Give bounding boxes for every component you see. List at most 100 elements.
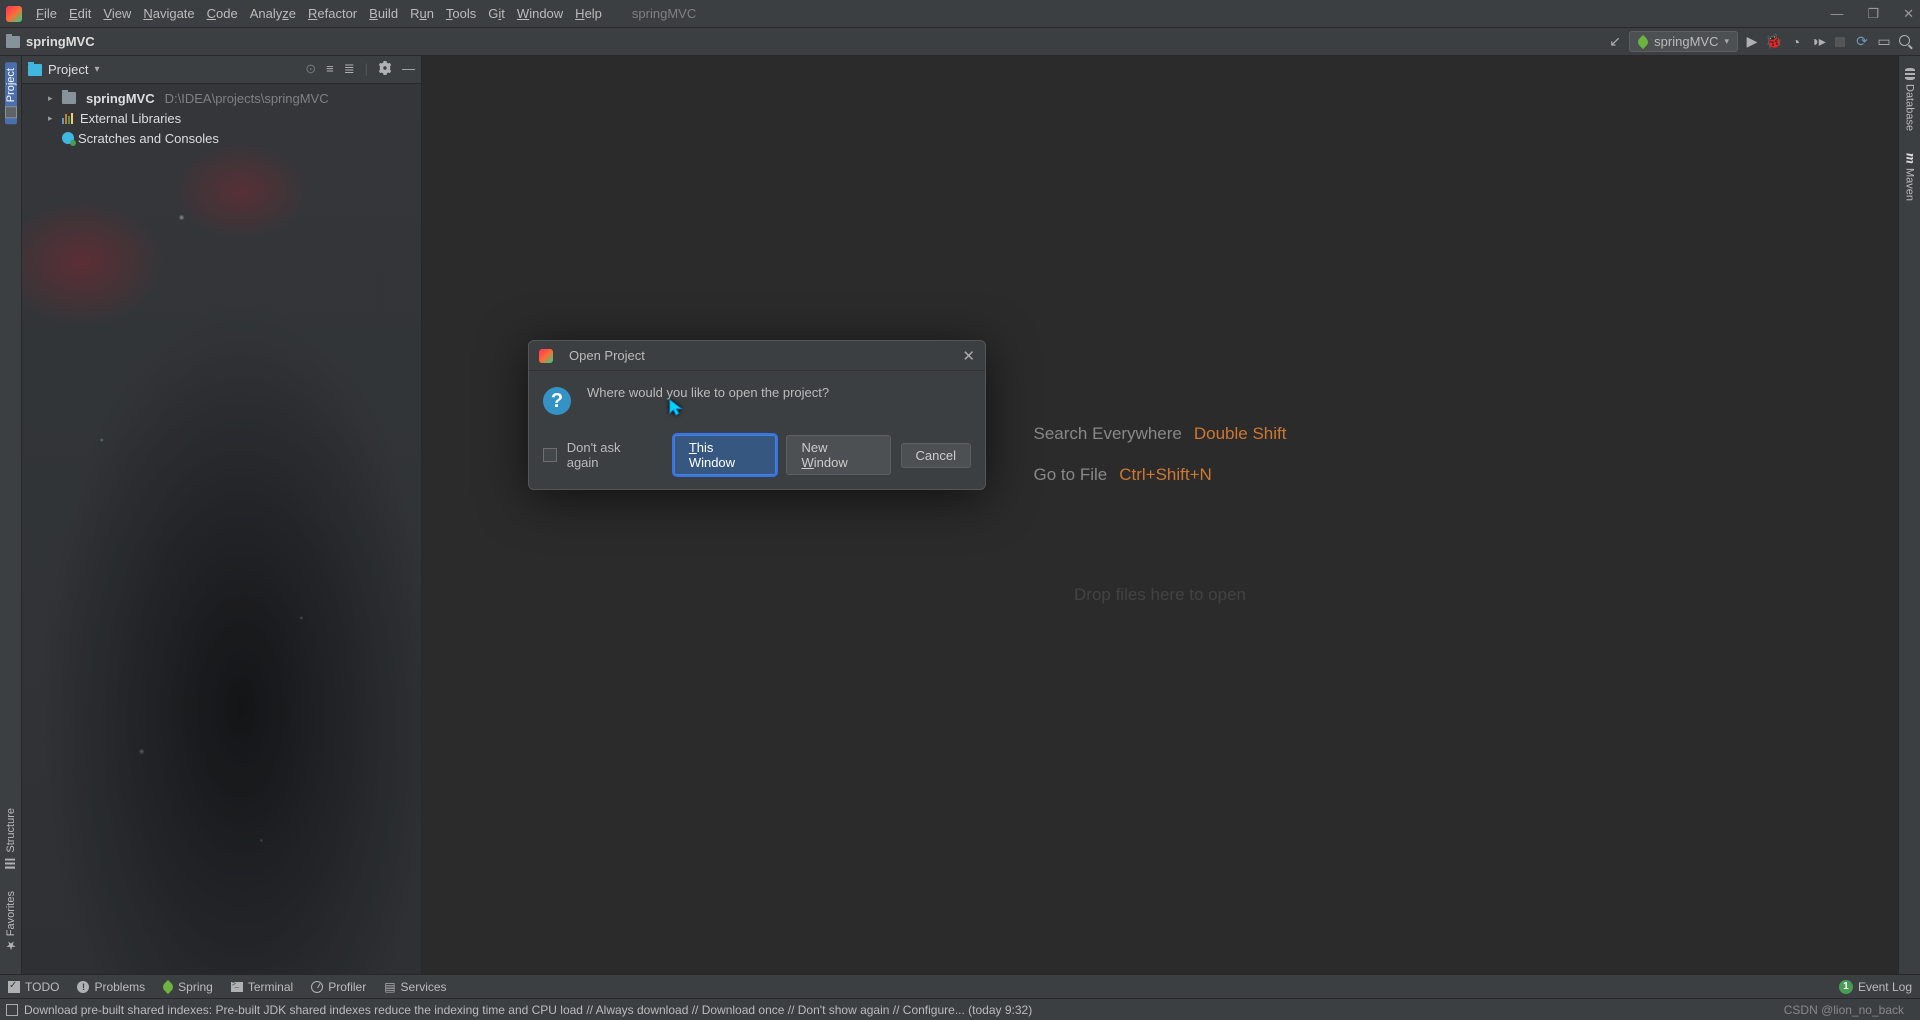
- spring-icon: [161, 979, 175, 993]
- notification-badge: 1: [1839, 980, 1853, 994]
- star-icon: ★: [5, 940, 17, 952]
- chevron-down-icon[interactable]: ▾: [94, 64, 99, 75]
- dont-ask-again-label[interactable]: Don't ask again: [567, 440, 654, 470]
- tree-root-path: D:\IDEA\projects\springMVC: [165, 91, 329, 106]
- folder-icon: [6, 36, 20, 48]
- menu-view[interactable]: View: [97, 3, 137, 24]
- menu-git[interactable]: Git: [482, 3, 511, 24]
- terminal-icon: [231, 982, 243, 992]
- module-folder-icon: [62, 92, 76, 104]
- chevron-right-icon[interactable]: ▸: [48, 113, 58, 124]
- menu-window[interactable]: Window: [511, 3, 569, 24]
- project-tool-icon: [5, 106, 17, 118]
- status-bar: Download pre-built shared indexes: Pre-b…: [0, 998, 1920, 1020]
- profile-run-icon[interactable]: ◑▸: [1810, 34, 1826, 50]
- tab-favorites[interactable]: ★ Favorites: [5, 885, 17, 958]
- stop-icon[interactable]: [1832, 34, 1848, 50]
- intellij-icon: [539, 349, 553, 363]
- tree-node-root[interactable]: ▸ springMVC D:\IDEA\projects\springMVC: [22, 88, 421, 108]
- maven-icon: m: [1902, 153, 1918, 164]
- tool-windows-icon[interactable]: [6, 1004, 18, 1016]
- this-window-button[interactable]: This Window: [674, 435, 777, 475]
- menu-help[interactable]: Help: [569, 3, 608, 24]
- tab-todo[interactable]: TODO: [8, 980, 59, 994]
- tab-problems[interactable]: !Problems: [77, 980, 145, 994]
- menu-run[interactable]: Run: [404, 3, 440, 24]
- hint-shortcut: Ctrl+Shift+N: [1119, 455, 1212, 496]
- menu-navigate[interactable]: Navigate: [137, 3, 200, 24]
- tab-maven[interactable]: m Maven: [1902, 147, 1918, 207]
- project-view-icon: [28, 64, 42, 76]
- tab-spring[interactable]: Spring: [163, 980, 213, 994]
- editor-empty-state: Search Everywhere Double Shift Go to Fil…: [422, 56, 1898, 974]
- build-icon[interactable]: ↙: [1607, 34, 1623, 50]
- dialog-titlebar: Open Project ✕: [529, 341, 985, 371]
- breadcrumb-root[interactable]: springMVC: [26, 34, 95, 49]
- cancel-button[interactable]: Cancel: [901, 443, 971, 468]
- scratches-icon: [62, 132, 74, 144]
- menu-code[interactable]: Code: [201, 3, 244, 24]
- services-icon: ▤: [384, 980, 395, 994]
- run-icon[interactable]: ▶: [1744, 34, 1760, 50]
- tree-external-label: External Libraries: [80, 111, 181, 126]
- menubar: File Edit View Navigate Code Analyze Ref…: [0, 0, 1920, 28]
- tab-services[interactable]: ▤Services: [384, 980, 446, 994]
- cursor-icon: [668, 398, 686, 416]
- status-message[interactable]: Download pre-built shared indexes: Pre-b…: [24, 1003, 1032, 1017]
- tab-profiler[interactable]: Profiler: [311, 980, 366, 994]
- minimize-icon[interactable]: —: [1830, 6, 1843, 22]
- structure-tool-icon: [5, 857, 17, 869]
- tab-structure[interactable]: Structure: [5, 802, 17, 875]
- layout-icon[interactable]: ▭: [1876, 34, 1892, 50]
- tree-scratches-label: Scratches and Consoles: [78, 131, 219, 146]
- chevron-right-icon[interactable]: ▸: [48, 93, 58, 104]
- bottom-tool-stripe: TODO !Problems Spring Terminal Profiler …: [0, 974, 1920, 998]
- menu-file[interactable]: File: [30, 3, 63, 24]
- hide-icon[interactable]: —: [402, 61, 415, 78]
- tab-database[interactable]: Database: [1904, 62, 1916, 137]
- profiler-icon: [311, 981, 323, 993]
- drop-files-hint: Drop files here to open: [1074, 575, 1246, 616]
- tree-node-scratches[interactable]: ▸ Scratches and Consoles: [22, 128, 421, 148]
- open-project-dialog: Open Project ✕ ? Where would you like to…: [528, 340, 986, 490]
- menu-edit[interactable]: Edit: [63, 3, 97, 24]
- window-controls: — ❐ ✕: [1830, 6, 1914, 22]
- menu-build[interactable]: Build: [363, 3, 404, 24]
- menu-tools[interactable]: Tools: [440, 3, 482, 24]
- tab-terminal[interactable]: Terminal: [231, 980, 293, 994]
- tree-node-external-libraries[interactable]: ▸ External Libraries: [22, 108, 421, 128]
- collapse-all-icon[interactable]: ≣: [344, 61, 355, 78]
- gear-icon[interactable]: [378, 61, 392, 78]
- dont-ask-again-checkbox[interactable]: [543, 448, 557, 462]
- problems-icon: !: [77, 981, 89, 993]
- locate-icon[interactable]: ⊙: [305, 61, 316, 78]
- database-icon: [1905, 68, 1915, 80]
- run-configuration-selector[interactable]: springMVC ▾: [1629, 31, 1738, 52]
- editor-hints: Search Everywhere Double Shift Go to Fil…: [1034, 414, 1287, 616]
- tab-project[interactable]: Project: [5, 62, 17, 124]
- git-update-icon[interactable]: ⟳: [1854, 34, 1870, 50]
- debug-icon[interactable]: 🐞: [1766, 34, 1782, 50]
- intellij-icon: [6, 6, 22, 22]
- expand-all-icon[interactable]: ≡: [326, 61, 334, 78]
- dialog-title: Open Project: [569, 348, 645, 363]
- new-window-button[interactable]: New Window: [786, 435, 890, 475]
- close-window-icon[interactable]: ✕: [1903, 6, 1914, 22]
- project-tree[interactable]: ▸ springMVC D:\IDEA\projects\springMVC ▸…: [22, 84, 421, 974]
- menu-refactor[interactable]: Refactor: [302, 3, 363, 24]
- spring-boot-icon: [1636, 34, 1650, 48]
- sidebar-toolbar: ⊙ ≡ ≣ | —: [305, 61, 415, 78]
- navigation-bar: springMVC ↙ springMVC ▾ ▶ 🐞 ◔ ◑▸ ⟳ ▭: [0, 28, 1920, 56]
- search-icon[interactable]: [1898, 34, 1914, 50]
- coverage-icon[interactable]: ◔: [1788, 34, 1804, 50]
- libraries-icon: [62, 112, 76, 124]
- background-illustration: [22, 84, 421, 974]
- hint-label: Search Everywhere: [1034, 414, 1182, 455]
- menu-analyze[interactable]: Analyze: [244, 3, 302, 24]
- project-tool-window: Project ▾ ⊙ ≡ ≣ | — ▸ springMVC D:\IDEA\…: [22, 56, 422, 974]
- tab-event-log[interactable]: 1Event Log: [1839, 980, 1912, 994]
- project-view-title[interactable]: Project: [48, 62, 88, 77]
- maximize-icon[interactable]: ❐: [1867, 6, 1879, 22]
- question-icon: ?: [543, 387, 571, 415]
- close-icon[interactable]: ✕: [962, 347, 975, 365]
